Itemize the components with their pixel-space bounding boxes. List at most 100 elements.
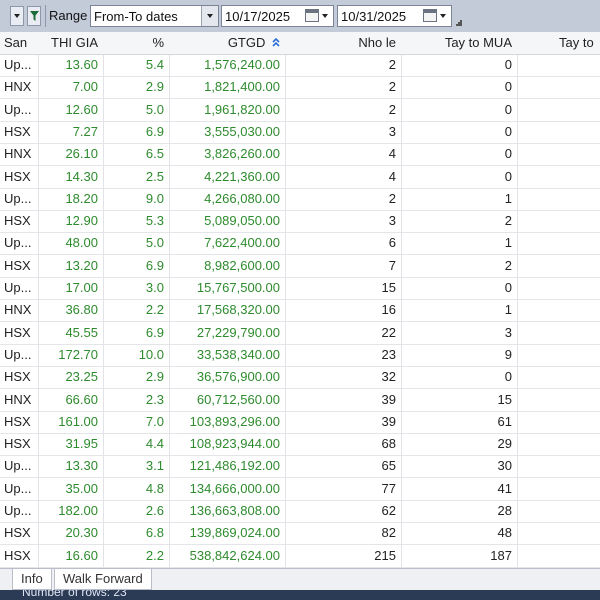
grid-header: San THI GIA % GTGD Nho le Tay to MUA Tay…	[0, 32, 600, 55]
table-row[interactable]: Up... 182.00 2.6 136,663,808.00 62 28	[0, 500, 600, 523]
cell-thi-gia: 66.60	[65, 391, 98, 407]
table-row[interactable]: HSX 16.60 2.2 538,842,624.00 215 187	[0, 545, 600, 568]
header-gtgd-label: GTGD	[227, 35, 266, 50]
cell-gtgd: 4,266,080.00	[204, 190, 280, 206]
table-row[interactable]: HNX 26.10 6.5 3,826,260.00 4 0	[0, 143, 600, 167]
table-row[interactable]: Up... 172.70 10.0 33,538,340.00 23 9	[0, 344, 600, 367]
cell-nho-le: 2	[388, 79, 396, 95]
cell-tay-to	[517, 76, 600, 98]
cell-nho-le: 6	[388, 235, 396, 251]
cell-tay-to	[517, 54, 600, 76]
filter-button[interactable]	[27, 6, 41, 26]
cell-percent: 5.4	[145, 57, 164, 72]
range-mode-select[interactable]: From-To dates	[90, 5, 219, 27]
chevron-down-icon[interactable]	[440, 14, 446, 18]
cell-tay-to	[517, 478, 600, 500]
table-row[interactable]: HSX 45.55 6.9 27,229,790.00 22 3	[0, 322, 600, 345]
table-row[interactable]: Up... 13.30 3.1 121,486,192.00 65 30	[0, 455, 600, 479]
calendar-icon[interactable]	[305, 9, 319, 22]
table-row[interactable]: HSX 20.30 6.8 139,869,024.00 82 48	[0, 522, 600, 546]
table-row[interactable]: HSX 12.90 5.3 5,089,050.00 3 2	[0, 210, 600, 234]
cell-san: HNX	[4, 146, 32, 162]
cell-gtgd: 134,666,000.00	[189, 480, 280, 496]
status-text: Number of rows: 23	[22, 590, 127, 599]
tab-info[interactable]: Info	[12, 569, 52, 590]
cell-tay-to-mua: 3	[504, 324, 512, 340]
cell-percent: 2.2	[145, 547, 164, 563]
cell-nho-le: 4	[388, 146, 396, 162]
calendar-icon[interactable]	[423, 9, 437, 22]
cell-thi-gia: 48.00	[65, 235, 98, 251]
tab-walk-forward-label: Walk Forward	[63, 571, 143, 586]
header-thi-gia[interactable]: THI GIA	[38, 32, 103, 54]
cell-san: HSX	[4, 547, 31, 563]
table-row[interactable]: HSX 23.25 2.9 36,576,900.00 32 0	[0, 366, 600, 390]
cell-thi-gia: 12.60	[65, 101, 98, 117]
cell-tay-to-mua: 0	[504, 123, 512, 139]
cell-percent: 6.9	[145, 257, 164, 273]
table-row[interactable]: Up... 13.60 5.4 1,576,240.00 2 0	[0, 54, 600, 77]
cell-thi-gia: 17.00	[65, 280, 98, 295]
header-tay-to-mua-label: Tay to MUA	[444, 35, 512, 50]
header-percent[interactable]: %	[103, 32, 169, 54]
table-row[interactable]: HSX 31.95 4.4 108,923,944.00 68 29	[0, 433, 600, 457]
cell-percent: 2.9	[145, 369, 164, 385]
table-row[interactable]: Up... 35.00 4.8 134,666,000.00 77 41	[0, 478, 600, 501]
cell-thi-gia: 20.30	[65, 525, 98, 541]
cell-percent: 5.0	[145, 101, 164, 117]
header-san[interactable]: San	[0, 32, 38, 54]
cell-tay-to	[517, 255, 600, 277]
from-date-picker[interactable]: 10/17/2025	[221, 5, 334, 27]
cell-tay-to-mua: 0	[504, 369, 512, 385]
cell-percent: 3.1	[145, 458, 164, 474]
cell-tay-to	[517, 166, 600, 188]
header-gtgd[interactable]: GTGD	[169, 32, 285, 54]
header-nho-le[interactable]: Nho le	[285, 32, 401, 54]
cell-san: HNX	[4, 391, 32, 407]
table-row[interactable]: Up... 12.60 5.0 1,961,820.00 2 0	[0, 99, 600, 122]
table-row[interactable]: HSX 161.00 7.0 103,893,296.00 39 61	[0, 411, 600, 434]
to-date-picker[interactable]: 10/31/2025	[337, 5, 452, 27]
cell-percent: 6.8	[145, 525, 164, 541]
dropdown-toggle-button[interactable]	[10, 6, 24, 26]
header-tay-to[interactable]: Tay to	[517, 32, 600, 54]
cell-percent: 7.0	[145, 413, 164, 429]
cell-thi-gia: 13.30	[65, 458, 98, 474]
header-thi-gia-label: THI GIA	[51, 35, 98, 50]
cell-percent: 4.4	[145, 436, 164, 452]
table-row[interactable]: HNX 7.00 2.9 1,821,400.00 2 0	[0, 76, 600, 100]
cell-san: HNX	[4, 79, 32, 95]
cell-nho-le: 16	[381, 302, 396, 318]
tab-walk-forward[interactable]: Walk Forward	[54, 569, 152, 590]
range-mode-dropdown-button[interactable]	[201, 6, 218, 26]
cell-tay-to	[517, 500, 600, 522]
cell-nho-le: 82	[381, 525, 396, 541]
table-row[interactable]: HSX 14.30 2.5 4,221,360.00 4 0	[0, 166, 600, 189]
cell-gtgd: 538,842,624.00	[189, 547, 280, 563]
table-row[interactable]: Up... 18.20 9.0 4,266,080.00 2 1	[0, 188, 600, 211]
table-row[interactable]: HNX 36.80 2.2 17,568,320.00 16 1	[0, 299, 600, 323]
cell-san: HSX	[4, 436, 31, 452]
cell-tay-to	[517, 188, 600, 210]
table-row[interactable]: Up... 17.00 3.0 15,767,500.00 15 0	[0, 277, 600, 300]
cell-nho-le: 65	[381, 458, 396, 474]
cell-tay-to-mua: 9	[504, 346, 512, 362]
cell-gtgd: 1,576,240.00	[204, 57, 280, 72]
table-row[interactable]: HNX 66.60 2.3 60,712,560.00 39 15	[0, 389, 600, 412]
chevron-down-icon[interactable]	[322, 14, 328, 18]
resize-grip-icon[interactable]	[456, 20, 462, 26]
cell-percent: 5.0	[145, 235, 164, 251]
cell-gtgd: 108,923,944.00	[189, 436, 280, 452]
cell-tay-to	[517, 322, 600, 344]
cell-san: HNX	[4, 302, 32, 318]
cell-thi-gia: 13.60	[65, 57, 98, 72]
cell-nho-le: 2	[388, 57, 396, 72]
table-row[interactable]: HSX 13.20 6.9 8,982,600.00 7 2	[0, 255, 600, 278]
cell-san: Up...	[4, 190, 32, 206]
cell-tay-to	[517, 522, 600, 544]
cell-tay-to-mua: 0	[504, 280, 512, 295]
sort-ascending-icon[interactable]	[272, 38, 280, 49]
table-row[interactable]: HSX 7.27 6.9 3,555,030.00 3 0	[0, 121, 600, 144]
table-row[interactable]: Up... 48.00 5.0 7,622,400.00 6 1	[0, 232, 600, 256]
header-tay-to-mua[interactable]: Tay to MUA	[401, 32, 517, 54]
